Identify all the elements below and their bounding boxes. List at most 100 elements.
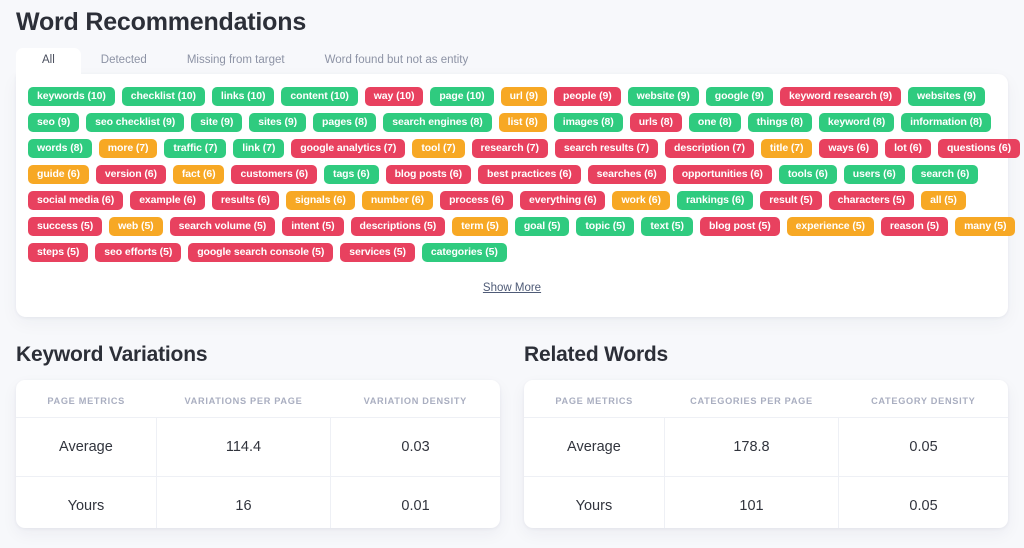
word-tag[interactable]: example (6) [130, 191, 205, 210]
word-tag[interactable]: seo (9) [28, 113, 80, 132]
word-tag[interactable]: search results (7) [554, 139, 659, 158]
word-tag[interactable]: best practices (6) [478, 165, 581, 184]
word-tag[interactable]: description (7) [665, 139, 754, 158]
tag-list: keywords (10) checklist (10) links (10) con… [28, 87, 1020, 262]
word-tag[interactable]: questions (6) [937, 139, 1020, 158]
word-tag[interactable]: page (10) [430, 87, 494, 106]
word-tag[interactable]: fact (6) [172, 165, 225, 184]
word-tag[interactable]: services (5) [340, 243, 415, 262]
word-tag[interactable]: characters (5) [828, 191, 915, 210]
word-tag[interactable]: links (10) [211, 87, 275, 106]
tag-row: seo (9) seo checklist (9) site (9) sites (9… [28, 113, 996, 132]
word-tag[interactable]: site (9) [191, 113, 243, 132]
table-cell: 0.05 [838, 417, 1008, 477]
word-tag[interactable]: tool (7) [412, 139, 465, 158]
word-tag[interactable]: content (10) [281, 87, 358, 106]
table-cell: Average [524, 417, 665, 477]
table-cell: 0.03 [330, 417, 500, 477]
word-tag[interactable]: blog post (5) [699, 217, 780, 236]
table-row: Yours 16 0.01 [16, 476, 500, 528]
word-tag[interactable]: people (9) [554, 87, 621, 106]
word-tag[interactable]: ways (6) [819, 139, 879, 158]
tab-detected[interactable]: Detected [81, 48, 167, 74]
column-header: PAGE METRICS [16, 380, 157, 418]
column-header: VARIATIONS PER PAGE [156, 380, 331, 418]
word-tag[interactable]: guide (6) [28, 165, 89, 184]
word-tag[interactable]: term (5) [452, 217, 508, 236]
word-tag[interactable]: social media (6) [28, 191, 124, 210]
word-tag[interactable]: one (8) [688, 113, 741, 132]
word-tag[interactable]: blog posts (6) [385, 165, 472, 184]
word-tag[interactable]: keyword research (9) [779, 87, 902, 106]
word-tag[interactable]: way (10) [364, 87, 424, 106]
word-tag[interactable]: work (6) [612, 191, 670, 210]
word-tag[interactable]: many (5) [955, 217, 1016, 236]
word-tag[interactable]: link (7) [233, 139, 285, 158]
word-tag[interactable]: steps (5) [28, 243, 89, 262]
word-tag[interactable]: result (5) [760, 191, 822, 210]
word-tag[interactable]: tags (6) [324, 165, 379, 184]
word-tag[interactable]: search (6) [911, 165, 979, 184]
word-tag[interactable]: everything (6) [520, 191, 606, 210]
word-tag[interactable]: words (8) [28, 139, 92, 158]
word-tag[interactable]: opportunities (6) [672, 165, 772, 184]
tab-word-found-but-not-as-entity[interactable]: Word found but not as entity [305, 48, 489, 74]
word-tag[interactable]: descriptions (5) [350, 217, 446, 236]
keyword-variations-table: PAGE METRICS VARIATIONS PER PAGE VARIATION… [16, 380, 500, 528]
word-tag[interactable]: research (7) [471, 139, 548, 158]
word-tag[interactable]: urls (8) [629, 113, 682, 132]
tag-row: steps (5) seo efforts (5) google search co… [28, 243, 996, 262]
word-tag[interactable]: process (6) [440, 191, 514, 210]
word-tag[interactable]: seo checklist (9) [86, 113, 185, 132]
word-tag[interactable]: google (9) [705, 87, 773, 106]
word-tag[interactable]: lot (6) [885, 139, 931, 158]
word-tag[interactable]: list (8) [498, 113, 547, 132]
word-tag[interactable]: information (8) [901, 113, 992, 132]
word-tag[interactable]: things (8) [747, 113, 812, 132]
word-tag[interactable]: keywords (10) [28, 87, 115, 106]
word-tag[interactable]: search volume (5) [169, 217, 276, 236]
word-tag[interactable]: url (9) [500, 87, 548, 106]
tab-missing-from-target[interactable]: Missing from target [167, 48, 305, 74]
tab-all[interactable]: All [16, 48, 81, 74]
show-more-link[interactable]: Show More [483, 282, 541, 294]
word-tag[interactable]: traffic (7) [164, 139, 227, 158]
word-tag[interactable]: checklist (10) [121, 87, 205, 106]
word-tag[interactable]: pages (8) [313, 113, 377, 132]
word-tag[interactable]: more (7) [98, 139, 158, 158]
word-tag[interactable]: title (7) [760, 139, 813, 158]
tag-row: words (8) more (7) traffic (7) link (7) goog… [28, 139, 1020, 158]
word-tag[interactable]: intent (5) [282, 217, 344, 236]
word-tag[interactable]: text (5) [641, 217, 693, 236]
word-tag[interactable]: topic (5) [576, 217, 635, 236]
word-tag[interactable]: keyword (8) [818, 113, 895, 132]
table-cell: Average [16, 417, 157, 477]
word-tag[interactable]: success (5) [28, 217, 103, 236]
word-tag[interactable]: images (8) [553, 113, 623, 132]
word-tag[interactable]: goal (5) [514, 217, 570, 236]
word-tag[interactable]: seo efforts (5) [95, 243, 182, 262]
word-tag[interactable]: searches (6) [587, 165, 666, 184]
word-tag[interactable]: search engines (8) [383, 113, 492, 132]
tag-row: guide (6) version (6) fact (6) customers (6… [28, 165, 996, 184]
word-tag[interactable]: website (9) [627, 87, 699, 106]
word-tag[interactable]: rankings (6) [676, 191, 754, 210]
word-tag[interactable]: version (6) [95, 165, 166, 184]
word-tag[interactable]: all (5) [921, 191, 966, 210]
word-tag[interactable]: google search console (5) [188, 243, 334, 262]
word-tag[interactable]: number (6) [361, 191, 434, 210]
word-tag[interactable]: reason (5) [880, 217, 949, 236]
word-tag[interactable]: sites (9) [249, 113, 307, 132]
word-tag[interactable]: experience (5) [786, 217, 874, 236]
word-tag[interactable]: users (6) [843, 165, 905, 184]
column-header: CATEGORY DENSITY [838, 380, 1008, 418]
word-tag[interactable]: categories (5) [421, 243, 507, 262]
word-tag[interactable]: tools (6) [778, 165, 837, 184]
word-tag[interactable]: websites (9) [908, 87, 985, 106]
table-row: Average 178.8 0.05 [524, 417, 1008, 477]
word-tag[interactable]: customers (6) [231, 165, 318, 184]
word-tag[interactable]: web (5) [109, 217, 163, 236]
word-tag[interactable]: google analytics (7) [291, 139, 406, 158]
word-tag[interactable]: results (6) [211, 191, 279, 210]
word-tag[interactable]: signals (6) [285, 191, 355, 210]
